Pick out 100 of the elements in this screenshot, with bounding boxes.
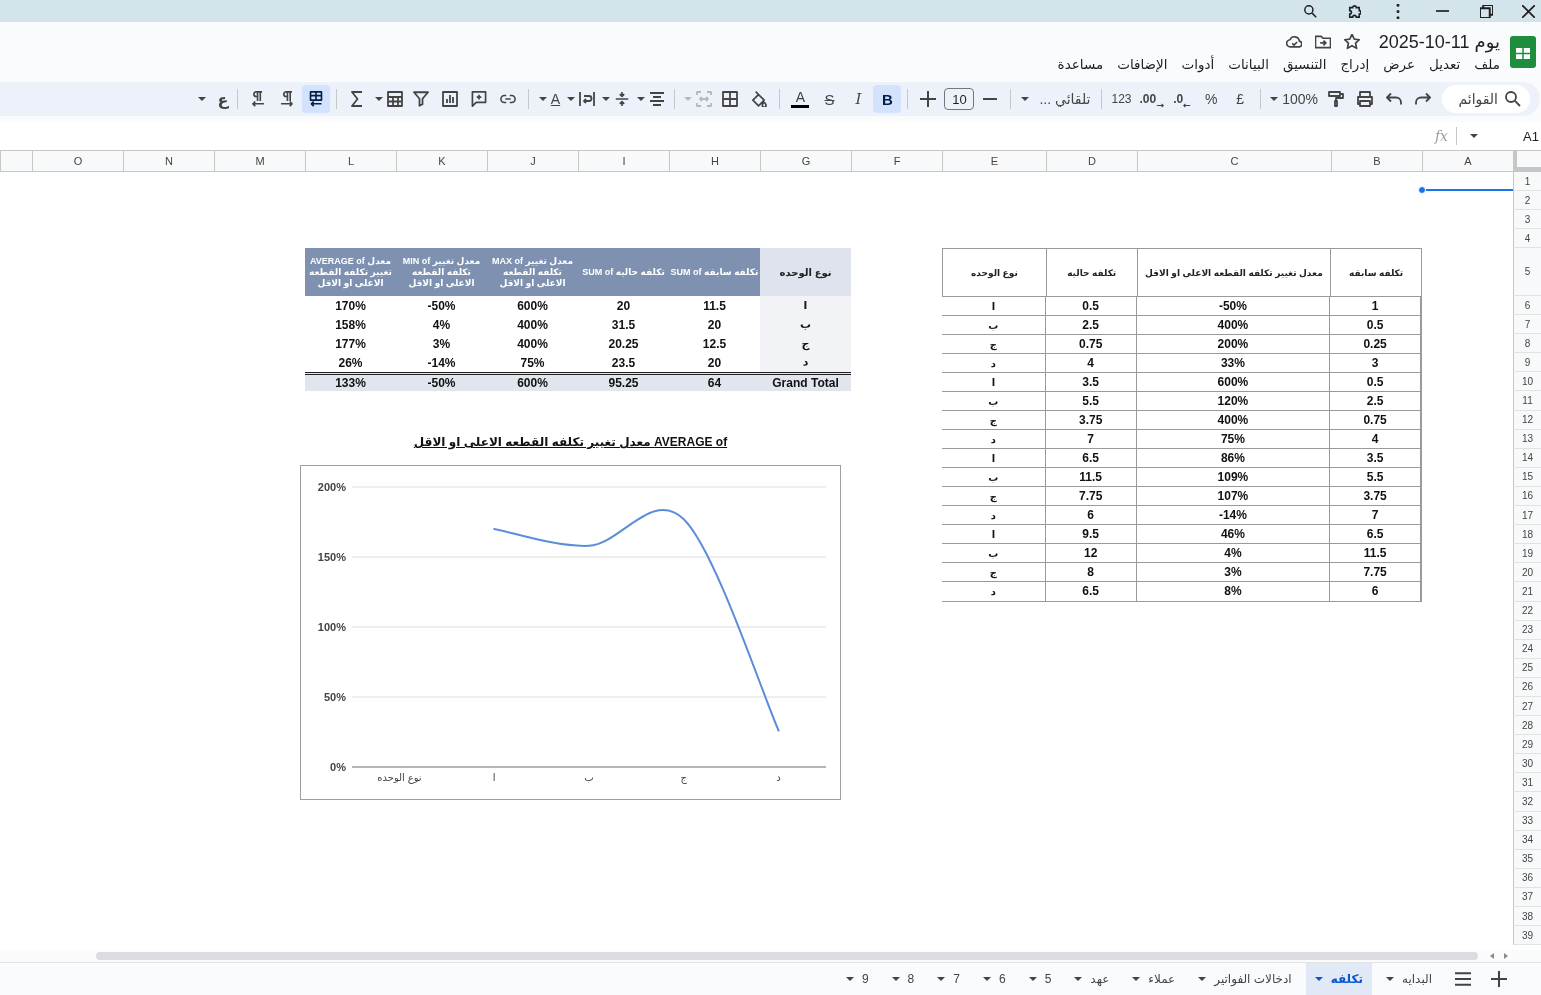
percent-button[interactable]: % (1197, 85, 1226, 113)
row-header[interactable]: 27 (1513, 696, 1541, 717)
column-header[interactable]: E (942, 151, 1046, 171)
sheet-tab[interactable]: 6 (974, 963, 1015, 995)
menu-item[interactable]: ملف (1474, 56, 1500, 74)
column-header[interactable]: C (1137, 151, 1331, 171)
row-header[interactable]: 36 (1513, 868, 1541, 888)
row-header[interactable]: 23 (1513, 620, 1541, 640)
row-header[interactable]: 31 (1513, 773, 1541, 793)
row-header[interactable]: 34 (1513, 830, 1541, 850)
sheet-tab[interactable]: عهد (1065, 963, 1119, 995)
row-header[interactable]: 29 (1513, 735, 1541, 755)
row-header[interactable]: 37 (1513, 887, 1541, 907)
menu-item[interactable]: التنسيق (1283, 56, 1327, 74)
column-header[interactable]: D (1046, 151, 1137, 171)
row-header[interactable]: 13 (1513, 429, 1541, 449)
column-header[interactable]: F (851, 151, 942, 171)
text-rotation-dropdown[interactable]: A (535, 85, 564, 113)
row-header[interactable]: 21 (1513, 582, 1541, 602)
row-header[interactable]: 30 (1513, 754, 1541, 774)
triangle-left-icon[interactable] (1490, 953, 1494, 959)
row-header[interactable]: 28 (1513, 716, 1541, 736)
row-header[interactable]: 32 (1513, 792, 1541, 812)
sheet-tab[interactable]: ادخالات الفواتير (1189, 963, 1301, 995)
column-header[interactable]: A (1422, 151, 1513, 171)
fill-handle-icon[interactable] (1418, 186, 1426, 194)
table-cell: ا (942, 297, 1046, 317)
column-header[interactable]: N (123, 151, 214, 171)
row-header[interactable]: 38 (1513, 907, 1541, 927)
column-header[interactable]: G (760, 151, 851, 171)
bold-button[interactable]: B (873, 85, 902, 113)
row-header[interactable]: 26 (1513, 677, 1541, 697)
menu-item[interactable]: عرض (1383, 56, 1415, 74)
zoom-dropdown[interactable]: 100% (1267, 85, 1321, 113)
row-header[interactable]: 14 (1513, 448, 1541, 468)
column-header[interactable]: K (396, 151, 487, 171)
sheet-tab[interactable]: 7 (928, 963, 969, 995)
triangle-right-icon[interactable] (1504, 953, 1508, 959)
number-format-button[interactable]: 123 (1107, 85, 1136, 113)
row-header[interactable]: 5 (1513, 248, 1541, 296)
column-header[interactable]: O (32, 151, 123, 171)
sheet-tab[interactable]: 9 (836, 963, 878, 995)
row-header[interactable]: 8 (1513, 334, 1541, 354)
increase-decimals-button[interactable]: .00 (1136, 85, 1168, 113)
name-box[interactable]: A1 (1483, 125, 1541, 147)
row-header[interactable]: 6 (1513, 296, 1541, 316)
row-header[interactable]: 19 (1513, 544, 1541, 564)
row-header[interactable]: 33 (1513, 811, 1541, 831)
italic-button[interactable]: I (844, 85, 873, 113)
row-header[interactable]: 24 (1513, 639, 1541, 659)
column-header[interactable]: M (214, 151, 305, 171)
search-field[interactable]: القوائم (1442, 85, 1530, 113)
column-header[interactable]: I (578, 151, 669, 171)
document-title[interactable]: يوم 11-10-2025 (1378, 31, 1500, 53)
row-header[interactable]: 17 (1513, 506, 1541, 526)
row-header[interactable]: 25 (1513, 658, 1541, 678)
text-color-button[interactable]: A (786, 85, 815, 113)
sheet-tab[interactable]: 5 (1019, 963, 1061, 995)
sheet-tab[interactable]: 8 (882, 963, 924, 995)
row-header[interactable]: 22 (1513, 601, 1541, 621)
sheet-direction-button[interactable] (302, 85, 331, 113)
scrollbar-thumb[interactable] (96, 952, 1478, 960)
row-header[interactable]: 10 (1513, 372, 1541, 392)
menu-item[interactable]: مساعدة (1057, 56, 1104, 74)
row-header[interactable]: 16 (1513, 486, 1541, 507)
menu-item[interactable]: أدوات (1181, 56, 1215, 74)
decrease-decimals-button[interactable]: .0 (1168, 85, 1197, 113)
row-header[interactable]: 15 (1513, 467, 1541, 487)
input-tools-dropdown[interactable]: ع (194, 85, 232, 113)
font-size-field[interactable]: 10 (944, 88, 975, 110)
row-header[interactable]: 11 (1513, 391, 1541, 411)
currency-button[interactable]: £ (1226, 85, 1255, 113)
row-header[interactable]: 39 (1513, 926, 1541, 946)
row-header[interactable]: 9 (1513, 353, 1541, 373)
row-header[interactable]: 7 (1513, 315, 1541, 335)
column-header[interactable]: J (487, 151, 578, 171)
table-cell: 400% (1136, 316, 1331, 336)
row-header[interactable]: 4 (1513, 229, 1541, 248)
menu-item[interactable]: البيانات (1228, 56, 1269, 74)
row-header[interactable]: 35 (1513, 849, 1541, 869)
menu-item[interactable]: تعديل (1428, 56, 1461, 74)
row-header[interactable]: 20 (1513, 563, 1541, 583)
row-header[interactable]: 2 (1513, 191, 1541, 210)
caret-icon (637, 97, 646, 101)
column-header[interactable]: L (305, 151, 396, 171)
row-header[interactable]: 1 (1513, 172, 1541, 191)
menu-item[interactable]: إدراج (1340, 56, 1370, 74)
font-dropdown[interactable]: تلقائي ... (1017, 85, 1095, 113)
menu-item[interactable]: الإضافات (1117, 56, 1168, 74)
sheet-tab[interactable]: تكلفه (1305, 963, 1372, 995)
strikethrough-button[interactable]: S (815, 85, 844, 113)
row-header[interactable]: 18 (1513, 525, 1541, 545)
sheet-tab[interactable]: البدايه (1376, 963, 1441, 995)
sheets-logo-icon[interactable] (1510, 36, 1536, 68)
table-cell: 0.5 (1045, 297, 1137, 317)
row-header[interactable]: 12 (1513, 410, 1541, 430)
row-header[interactable]: 3 (1513, 210, 1541, 229)
column-header[interactable]: H (669, 151, 760, 171)
sheet-tab[interactable]: عملاء (1123, 963, 1185, 995)
column-header[interactable]: B (1331, 151, 1422, 171)
